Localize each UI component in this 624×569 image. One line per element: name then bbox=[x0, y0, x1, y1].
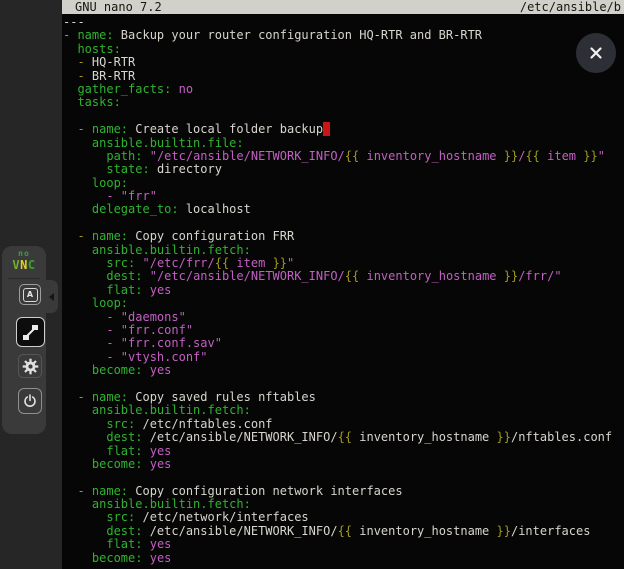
code-line: - HQ-RTR bbox=[63, 56, 624, 69]
code-line: src: "/etc/frr/{{ item }}" bbox=[63, 257, 624, 270]
code-line: - name: Backup your router configuration… bbox=[63, 29, 624, 42]
power-icon bbox=[22, 393, 38, 409]
code-line: dest: "/etc/ansible/NETWORK_INFO/{{ inve… bbox=[63, 270, 624, 283]
code-line bbox=[63, 110, 624, 123]
editor-content[interactable]: ---- name: Backup your router configurat… bbox=[63, 16, 624, 569]
collapse-arrow-icon bbox=[49, 293, 54, 301]
code-line: flat: yes bbox=[63, 284, 624, 297]
nano-filepath: /etc/ansible/b bbox=[520, 0, 621, 14]
code-line: src: /etc/nftables.conf bbox=[63, 418, 624, 431]
code-line: --- bbox=[63, 16, 624, 29]
code-line bbox=[63, 217, 624, 230]
keyboard-icon-letter: A bbox=[27, 290, 33, 299]
code-line: path: "/etc/ansible/NETWORK_INFO/{{ inve… bbox=[63, 150, 624, 163]
code-line: ansible.builtin.fetch: bbox=[63, 244, 624, 257]
code-line: - name: Copy configuration FRR bbox=[63, 230, 624, 243]
code-line bbox=[63, 378, 624, 391]
code-line: state: directory bbox=[63, 163, 624, 176]
code-line: become: yes bbox=[63, 458, 624, 471]
control-bar-divider bbox=[8, 278, 40, 279]
code-line: - "daemons" bbox=[63, 311, 624, 324]
code-line: ansible.builtin.fetch: bbox=[63, 404, 624, 417]
code-line bbox=[63, 471, 624, 484]
code-line: loop: bbox=[63, 177, 624, 190]
code-line: - name: Create local folder backup bbox=[63, 123, 624, 136]
novnc-logo-top: no bbox=[2, 250, 46, 258]
code-line: ansible.builtin.file: bbox=[63, 137, 624, 150]
fullscreen-button[interactable] bbox=[16, 317, 45, 347]
code-line: gather_facts: no bbox=[63, 83, 624, 96]
code-line: src: /etc/network/interfaces bbox=[63, 511, 624, 524]
control-bar-handle[interactable] bbox=[44, 280, 58, 313]
code-line: - "frr.conf" bbox=[63, 324, 624, 337]
code-line: loop: bbox=[63, 297, 624, 310]
settings-button[interactable] bbox=[18, 354, 42, 378]
gear-icon bbox=[22, 358, 39, 375]
disconnect-button[interactable] bbox=[18, 388, 42, 414]
close-icon bbox=[588, 45, 604, 61]
fullscreen-icon bbox=[23, 325, 38, 340]
code-line: flat: yes bbox=[63, 445, 624, 458]
novnc-logo: no VNC bbox=[2, 250, 46, 271]
code-line: - name: Copy configuration network inter… bbox=[63, 485, 624, 498]
code-line: hosts: bbox=[63, 43, 624, 56]
code-line: become: yes bbox=[63, 364, 624, 377]
code-line: - name: Copy saved rules nftables bbox=[63, 391, 624, 404]
code-line: flat: yes bbox=[63, 538, 624, 551]
code-line: dest: /etc/ansible/NETWORK_INFO/{{ inven… bbox=[63, 525, 624, 538]
code-line: delegate_to: localhost bbox=[63, 203, 624, 216]
close-button[interactable] bbox=[576, 33, 616, 73]
code-line: tasks: bbox=[63, 96, 624, 109]
code-line: - BR-RTR bbox=[63, 70, 624, 83]
code-line: - "vtysh.conf" bbox=[63, 351, 624, 364]
extra-keys-button[interactable]: A bbox=[19, 284, 41, 305]
nano-titlebar: GNU nano 7.2 /etc/ansible/b bbox=[62, 0, 624, 14]
nano-version-label: GNU nano 7.2 bbox=[75, 0, 162, 14]
keyboard-icon: A bbox=[23, 288, 38, 302]
code-line: dest: /etc/ansible/NETWORK_INFO/{{ inven… bbox=[63, 431, 624, 444]
code-line: - "frr.conf.sav" bbox=[63, 337, 624, 350]
novnc-logo-main: VNC bbox=[2, 259, 46, 271]
terminal-window[interactable]: GNU nano 7.2 /etc/ansible/b ---- name: B… bbox=[62, 0, 624, 569]
code-line: become: yes bbox=[63, 552, 624, 565]
vnc-viewport: GNU nano 7.2 /etc/ansible/b ---- name: B… bbox=[0, 0, 624, 569]
code-line: ansible.builtin.fetch: bbox=[63, 498, 624, 511]
code-line: - "frr" bbox=[63, 190, 624, 203]
